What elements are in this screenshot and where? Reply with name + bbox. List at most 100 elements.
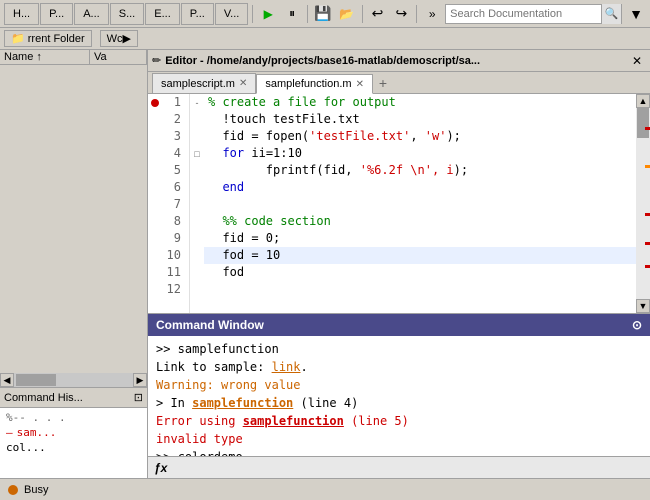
fold-7 — [190, 196, 204, 213]
code-line-9: fid = 0; — [204, 230, 636, 247]
bp-11[interactable] — [148, 264, 162, 281]
code-line-2: !touch testFile.txt — [204, 111, 636, 128]
search-input[interactable] — [446, 8, 601, 20]
toolbar-tab-e[interactable]: E... — [145, 3, 180, 25]
bp-8[interactable] — [148, 213, 162, 230]
toolbar-tab-a[interactable]: A... — [74, 3, 109, 25]
workspace-button[interactable]: Wc▶ — [100, 30, 138, 47]
editor-header: ✏ Editor - /home/andy/projects/base16-ma… — [148, 50, 650, 72]
search-button[interactable]: 🔍 — [601, 4, 621, 24]
sample-link[interactable]: link — [272, 360, 301, 374]
toolbar-tab-p[interactable]: P... — [40, 3, 73, 25]
open-button[interactable]: 📂 — [336, 3, 358, 25]
filter-icon: ▼ — [629, 6, 643, 22]
scroll-track[interactable] — [636, 108, 650, 299]
scroll-thumb[interactable] — [16, 374, 56, 386]
bp-6[interactable] — [148, 179, 162, 196]
samplefunction-link-2[interactable]: samplefunction — [243, 414, 344, 428]
scroll-right-button[interactable]: ▶ — [133, 373, 147, 387]
bp-7[interactable] — [148, 196, 162, 213]
bp-1[interactable] — [148, 94, 162, 111]
right-panel: ✏ Editor - /home/andy/projects/base16-ma… — [148, 50, 650, 478]
toolbar-tab-v[interactable]: V... — [215, 3, 249, 25]
tab-close-samplescript[interactable]: ✕ — [239, 78, 247, 89]
code-line-12 — [204, 281, 636, 298]
editor-tabs: samplescript.m ✕ samplefunction.m ✕ + — [148, 72, 650, 94]
save-icon: 💾 — [314, 5, 331, 22]
line-num-6: 6 — [166, 179, 185, 196]
tab-samplefunction[interactable]: samplefunction.m ✕ — [256, 74, 373, 94]
code-editor[interactable]: % create a file for output !touch testFi… — [204, 94, 636, 313]
scroll-thumb[interactable] — [637, 108, 649, 138]
open-icon: 📂 — [339, 7, 354, 21]
breakpoint-gutter — [148, 94, 162, 313]
toolbar-sep2 — [307, 5, 308, 23]
fold-9 — [190, 230, 204, 247]
run-button[interactable]: ▶ — [257, 3, 279, 25]
toolbar-tab-s[interactable]: S... — [110, 3, 145, 25]
file-table-header: Name ↑ Va — [0, 50, 147, 65]
cw-line-7: >> colordemo — [156, 448, 642, 456]
value-column-header[interactable]: Va — [90, 50, 147, 64]
marker-3 — [645, 213, 650, 216]
line-num-8: 8 — [166, 213, 185, 230]
bp-9[interactable] — [148, 230, 162, 247]
left-panel: Name ↑ Va ◀ ▶ Command His... ⊡ %-- . . . — [0, 50, 148, 478]
line-num-11: 11 — [166, 264, 185, 281]
bp-5[interactable] — [148, 162, 162, 179]
more-button[interactable]: » — [421, 3, 443, 25]
line-num-5: 5 — [166, 162, 185, 179]
bp-10[interactable] — [148, 247, 162, 264]
bp-2[interactable] — [148, 111, 162, 128]
cmd-history-collapse-icon[interactable]: ⊡ — [134, 391, 143, 404]
breadcrumb-button[interactable]: 📁 rrent Folder — [4, 30, 92, 47]
command-window-title: Command Window — [156, 318, 264, 332]
command-window-content[interactable]: >> samplefunction Link to sample: link. … — [148, 336, 650, 456]
list-item[interactable]: sam... — [6, 425, 141, 440]
scroll-track[interactable] — [14, 373, 133, 387]
fold-1: - — [190, 94, 204, 111]
bp-3[interactable] — [148, 128, 162, 145]
fold-6 — [190, 179, 204, 196]
line-numbers: 1 2 3 4 5 6 7 8 9 10 11 12 — [162, 94, 190, 313]
run-icon: ▶ — [264, 7, 273, 21]
undo-button[interactable]: ↩ — [367, 3, 389, 25]
line-num-10: 10 — [166, 247, 185, 264]
fold-4[interactable]: □ — [190, 145, 204, 162]
toolbar-tab-h[interactable]: H... — [4, 3, 39, 25]
list-item[interactable]: col... — [6, 440, 141, 455]
cmd-history-title: Command His... — [4, 392, 83, 404]
toolbar-tab-p2[interactable]: P... — [181, 3, 214, 25]
tab-close-samplefunction[interactable]: ✕ — [356, 79, 364, 90]
editor-vertical-scrollbar: ▲ ▼ — [636, 94, 650, 313]
code-line-5: fprintf(fid, '%6.2f \n', i); — [204, 162, 636, 179]
cw-line-1: >> samplefunction — [156, 340, 642, 358]
redo-button[interactable]: ↪ — [390, 3, 412, 25]
command-window-collapse-icon[interactable]: ⊙ — [632, 318, 642, 332]
add-tab-button[interactable]: + — [373, 73, 393, 93]
pause-button[interactable]: ⏸ — [281, 3, 303, 25]
samplefunction-link-1[interactable]: samplefunction — [192, 396, 293, 410]
file-scroll-area: ◀ ▶ — [0, 65, 147, 387]
line-num-2: 2 — [166, 111, 185, 128]
scroll-up-button[interactable]: ▲ — [636, 94, 650, 108]
filter-button[interactable]: ▼ — [626, 4, 646, 24]
bp-4[interactable] — [148, 145, 162, 162]
command-input-bar: ƒx — [148, 456, 650, 478]
save-button[interactable]: 💾 — [312, 3, 334, 25]
fold-3 — [190, 128, 204, 145]
fold-11 — [190, 264, 204, 281]
editor-close-button[interactable]: ✕ — [628, 54, 646, 68]
scroll-left-button[interactable]: ◀ — [0, 373, 14, 387]
name-column-header[interactable]: Name ↑ — [0, 50, 90, 64]
bp-12[interactable] — [148, 281, 162, 298]
code-line-6: end — [204, 179, 636, 196]
horizontal-scrollbar[interactable]: ◀ ▶ — [0, 373, 147, 387]
status-text: Busy — [24, 484, 48, 496]
pencil-icon: ✏ — [152, 54, 161, 67]
undo-icon: ↩ — [372, 5, 384, 22]
scroll-down-button[interactable]: ▼ — [636, 299, 650, 313]
command-window: Command Window ⊙ >> samplefunction Link … — [148, 313, 650, 478]
tab-samplescript[interactable]: samplescript.m ✕ — [152, 73, 256, 93]
cw-line-6: invalid type — [156, 430, 642, 448]
